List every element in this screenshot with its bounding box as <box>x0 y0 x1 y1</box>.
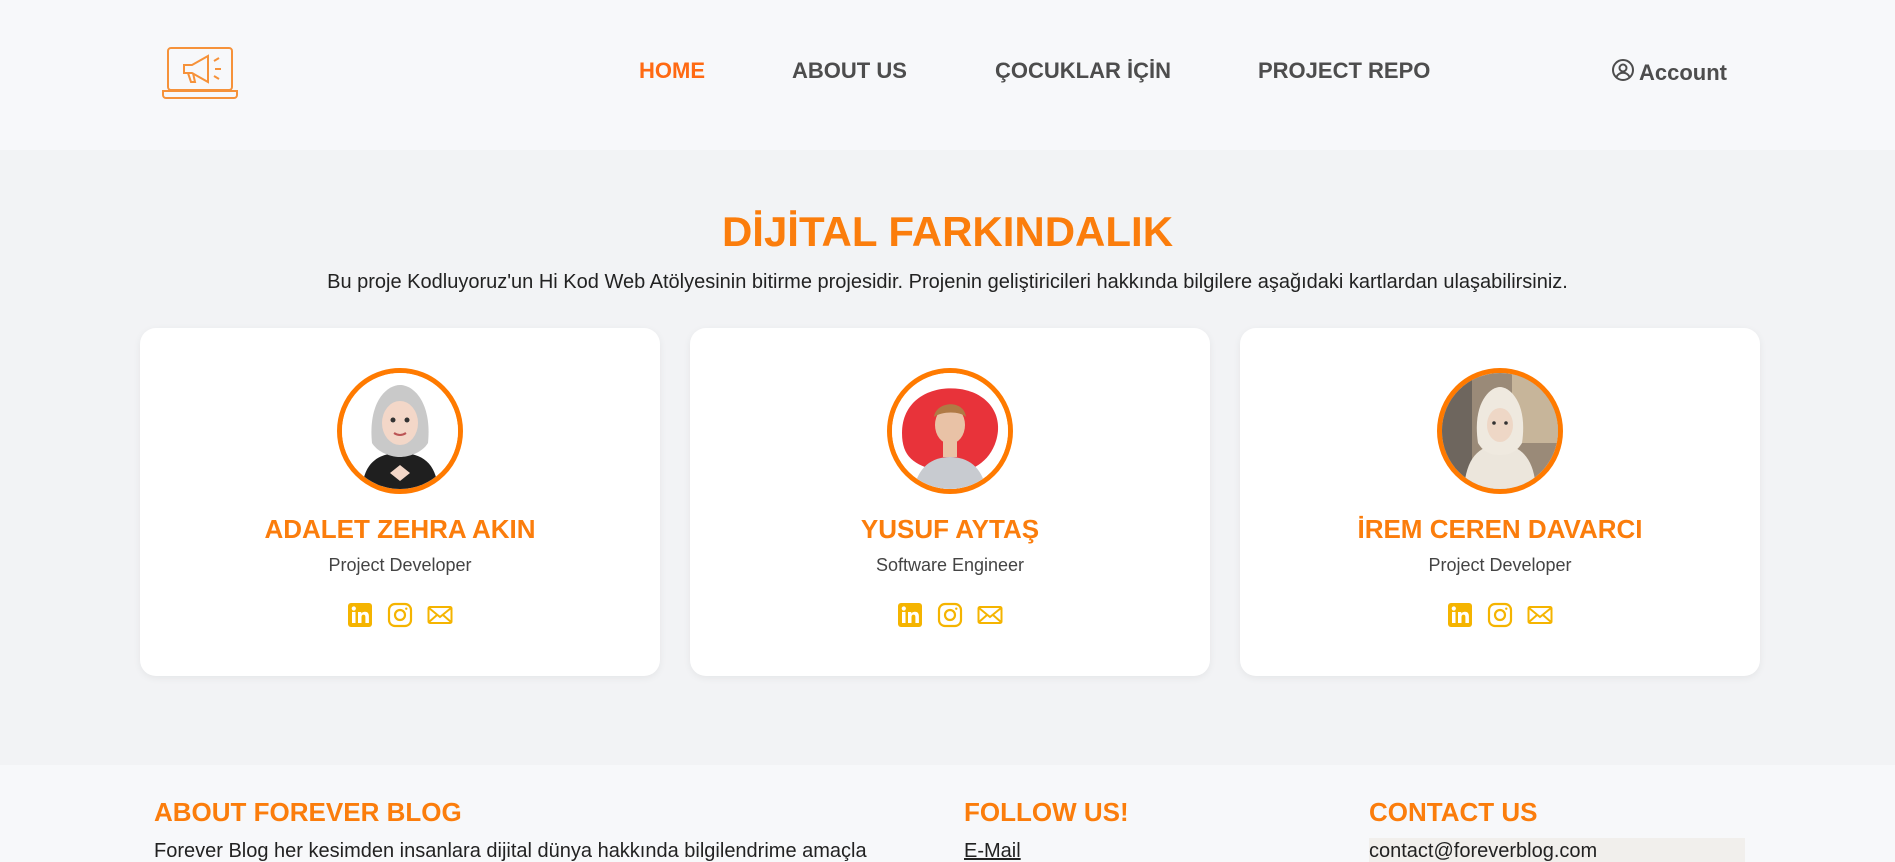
social-links <box>140 602 660 628</box>
footer-follow-title: FOLLOW US! <box>964 797 1129 827</box>
mail-icon[interactable] <box>977 602 1003 628</box>
member-name: YUSUF AYTAŞ <box>860 514 1040 544</box>
member-role: Project Developer <box>1428 555 1572 575</box>
avatar <box>337 368 463 494</box>
nav-about-us[interactable]: ABOUT US <box>792 58 907 84</box>
page-title: DİJİTAL FARKINDALIK <box>721 208 1174 255</box>
nav-home[interactable]: HOME <box>639 58 705 84</box>
member-name: ADALET ZEHRA AKIN <box>264 514 536 544</box>
team-card: ADALET ZEHRA AKIN Project Developer <box>140 328 660 676</box>
footer-email-link[interactable]: E-Mail <box>964 840 1021 862</box>
member-role: Project Developer <box>328 555 472 575</box>
mail-icon[interactable] <box>427 602 453 628</box>
page-description: Bu proje Kodluyoruz'un Hi Kod Web Atölye… <box>327 271 1568 293</box>
nav-project-repo[interactable]: PROJECT REPO <box>1258 58 1430 84</box>
linkedin-icon[interactable] <box>1447 602 1473 628</box>
footer-about-title: ABOUT FOREVER BLOG <box>154 797 462 827</box>
linkedin-icon[interactable] <box>897 602 923 628</box>
nav-cocuklar-icin[interactable]: ÇOCUKLAR İÇİN <box>995 58 1171 84</box>
social-links <box>1240 602 1760 628</box>
avatar <box>1437 368 1563 494</box>
avatar <box>887 368 1013 494</box>
member-role: Software Engineer <box>875 555 1025 575</box>
instagram-icon[interactable] <box>937 602 963 628</box>
footer-about-text: Forever Blog her kesimden insanlara diji… <box>154 840 867 862</box>
footer-contact-title: CONTACT US <box>1369 797 1538 827</box>
social-links <box>690 602 1210 628</box>
member-name: İREM CEREN DAVARCI <box>1357 514 1643 544</box>
user-circle-icon <box>1611 58 1635 88</box>
mail-icon[interactable] <box>1527 602 1553 628</box>
account-link[interactable]: Account <box>1611 58 1727 88</box>
instagram-icon[interactable] <box>387 602 413 628</box>
instagram-icon[interactable] <box>1487 602 1513 628</box>
team-card: YUSUF AYTAŞ Software Engineer <box>690 328 1210 676</box>
site-footer: ABOUT FOREVER BLOG Forever Blog her kesi… <box>0 765 1895 862</box>
footer-contact-email: contact@foreverblog.com <box>1369 838 1745 862</box>
team-card: İREM CEREN DAVARCI Project Developer <box>1240 328 1760 676</box>
linkedin-icon[interactable] <box>347 602 373 628</box>
site-header: HOME ABOUT US ÇOCUKLAR İÇİN PROJECT REPO… <box>0 0 1895 150</box>
account-label: Account <box>1639 60 1727 85</box>
